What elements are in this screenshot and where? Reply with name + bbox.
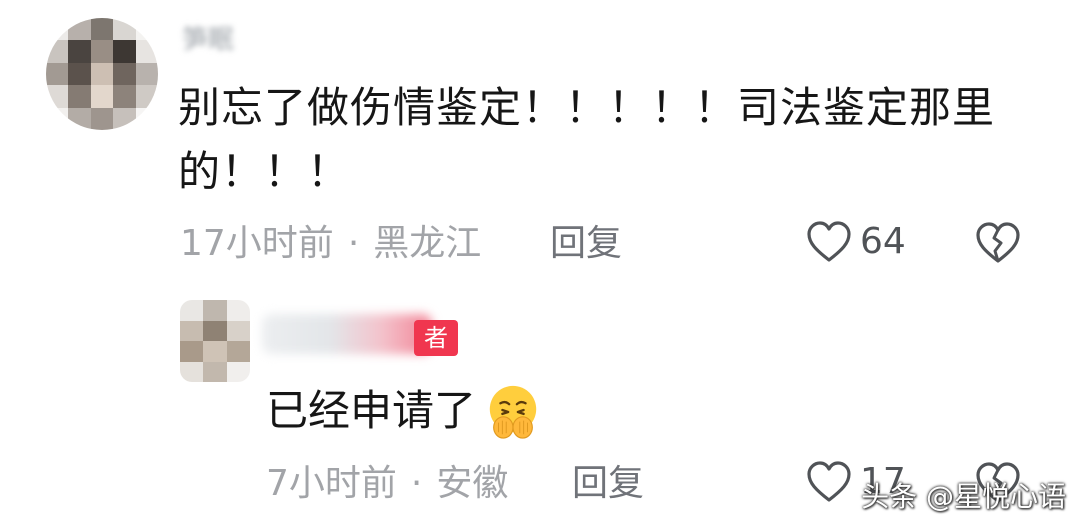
comment-text-content: 已经申请了 xyxy=(266,386,477,435)
comment-meta: 17小时前 · 黑龙江 xyxy=(180,222,481,266)
reply-button[interactable]: 回复 xyxy=(572,462,644,506)
comment-text: 别忘了做伤情鉴定！！！！！司法鉴定那里的！！！ xyxy=(178,83,996,196)
comment-thread: 笋眠 别忘了做伤情鉴定！！！！！司法鉴定那里的！！！ 17小时前 · 黑龙江 回复 … xyxy=(0,0,1080,528)
separator: · xyxy=(410,463,423,504)
broken-heart-icon xyxy=(976,222,1020,263)
comment-meta: 7小时前 · 安徽 xyxy=(266,462,508,506)
like-button[interactable]: 64 xyxy=(806,220,906,264)
reply-button[interactable]: 回复 xyxy=(550,222,622,266)
like-count: 64 xyxy=(860,221,906,262)
heart-outline-icon xyxy=(807,221,851,262)
timestamp: 17小时前 xyxy=(180,223,334,264)
heart-outline-icon xyxy=(807,461,851,502)
location: 安徽 xyxy=(436,463,509,504)
dislike-button[interactable] xyxy=(974,220,1022,270)
avatar[interactable] xyxy=(46,18,158,130)
avatar-pixelated xyxy=(180,300,250,382)
comment-text: 已经申请了 xyxy=(266,382,542,440)
username[interactable]: 笋眠 xyxy=(182,22,234,58)
pleading-hands-emoji-icon xyxy=(489,385,537,439)
avatar-pixelated xyxy=(46,18,158,130)
location: 黑龙江 xyxy=(373,223,482,264)
author-badge: 者 xyxy=(414,320,458,356)
avatar[interactable] xyxy=(180,300,250,382)
separator: · xyxy=(347,223,360,264)
timestamp: 7小时前 xyxy=(266,463,397,504)
username-blurred[interactable] xyxy=(262,314,432,354)
watermark: 头条 @星悦心语 xyxy=(861,480,1066,513)
